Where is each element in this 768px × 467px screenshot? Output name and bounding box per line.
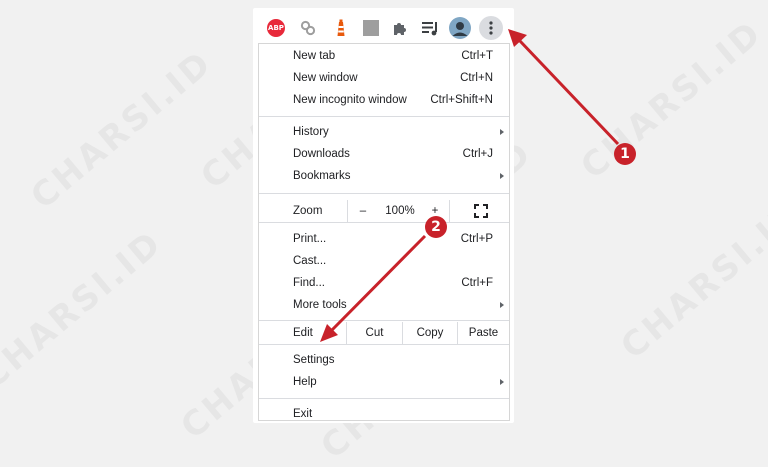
menu-item-label: More tools: [293, 299, 347, 311]
watermark: CHARSI.ID: [613, 193, 768, 368]
media-queue-icon[interactable]: [420, 18, 440, 38]
menu-item-shortcut: Ctrl+P: [460, 233, 493, 245]
edit-row: Edit Cut Copy Paste: [259, 322, 509, 346]
menu-item-shortcut: Ctrl+F: [461, 277, 493, 289]
annotation-arrow-1: [518, 39, 620, 146]
chrome-main-menu: New tab Ctrl+T New window Ctrl+N New inc…: [258, 43, 510, 421]
menu-divider: [347, 200, 348, 222]
paste-button[interactable]: Paste: [458, 322, 509, 344]
menu-item-exit[interactable]: Exit: [259, 403, 509, 425]
menu-divider: [259, 193, 509, 194]
menu-divider: [449, 200, 450, 222]
browser-panel: ABP New tab Ctrl+T New window Ctrl+N New…: [253, 8, 514, 423]
menu-item-new-tab[interactable]: New tab Ctrl+T: [259, 45, 509, 67]
menu-item-label: Bookmarks: [293, 170, 351, 182]
menu-divider: [259, 320, 509, 321]
watermark: CHARSI.ID: [573, 13, 768, 188]
menu-divider: [259, 116, 509, 117]
submenu-arrow-icon: [500, 173, 504, 179]
zoom-row: Zoom – 100% +: [259, 200, 509, 224]
menu-item-new-window[interactable]: New window Ctrl+N: [259, 67, 509, 89]
menu-item-label: History: [293, 126, 329, 138]
link-icon[interactable]: [298, 18, 318, 38]
step-badge-1: 1: [614, 143, 636, 165]
submenu-arrow-icon: [500, 379, 504, 385]
menu-item-label: New tab: [293, 50, 336, 62]
menu-item-label: Help: [293, 376, 317, 388]
menu-item-label: New window: [293, 72, 358, 84]
menu-item-label: Cast...: [293, 255, 327, 267]
adblock-plus-icon[interactable]: ABP: [267, 19, 285, 37]
menu-item-history[interactable]: History: [259, 121, 509, 143]
menu-divider: [259, 344, 509, 345]
lighthouse-icon[interactable]: [331, 18, 351, 38]
menu-item-settings[interactable]: Settings: [259, 349, 509, 371]
menu-item-label: Exit: [293, 408, 313, 420]
zoom-label: Zoom: [293, 205, 323, 217]
menu-item-shortcut: Ctrl+T: [461, 50, 493, 62]
menu-divider: [259, 222, 509, 223]
menu-item-downloads[interactable]: Downloads Ctrl+J: [259, 143, 509, 165]
menu-item-label: Downloads: [293, 148, 350, 160]
fullscreen-icon[interactable]: [473, 200, 489, 222]
menu-item-shortcut: Ctrl+Shift+N: [430, 94, 493, 106]
menu-divider: [259, 398, 509, 399]
zoom-level: 100%: [385, 205, 415, 217]
edit-label: Edit: [293, 327, 313, 339]
step-badge-2: 2: [425, 216, 447, 238]
menu-item-new-incognito-window[interactable]: New incognito window Ctrl+Shift+N: [259, 89, 509, 111]
gray-square-icon[interactable]: [361, 18, 381, 38]
menu-item-bookmarks[interactable]: Bookmarks: [259, 165, 509, 187]
watermark: CHARSI.ID: [23, 43, 220, 218]
submenu-arrow-icon: [500, 302, 504, 308]
menu-item-label: New incognito window: [293, 94, 407, 106]
menu-item-help[interactable]: Help: [259, 371, 509, 393]
watermark: CHARSI.ID: [0, 223, 171, 398]
more-vertical-icon[interactable]: [479, 16, 503, 40]
submenu-arrow-icon: [500, 129, 504, 135]
menu-item-shortcut: Ctrl+N: [460, 72, 493, 84]
menu-item-more-tools[interactable]: More tools: [259, 294, 509, 316]
menu-item-cast[interactable]: Cast...: [259, 250, 509, 272]
zoom-out-button[interactable]: –: [355, 200, 371, 222]
cut-button[interactable]: Cut: [347, 322, 402, 344]
menu-item-label: Print...: [293, 233, 327, 245]
copy-button[interactable]: Copy: [403, 322, 457, 344]
profile-avatar[interactable]: [449, 17, 471, 39]
menu-item-print[interactable]: Print... Ctrl+P: [259, 228, 509, 250]
menu-item-label: Find...: [293, 277, 325, 289]
puzzle-piece-icon[interactable]: [390, 18, 410, 38]
extensions-toolbar: ABP: [253, 8, 514, 46]
menu-item-find[interactable]: Find... Ctrl+F: [259, 272, 509, 294]
menu-item-shortcut: Ctrl+J: [462, 148, 493, 160]
menu-item-label: Settings: [293, 354, 335, 366]
